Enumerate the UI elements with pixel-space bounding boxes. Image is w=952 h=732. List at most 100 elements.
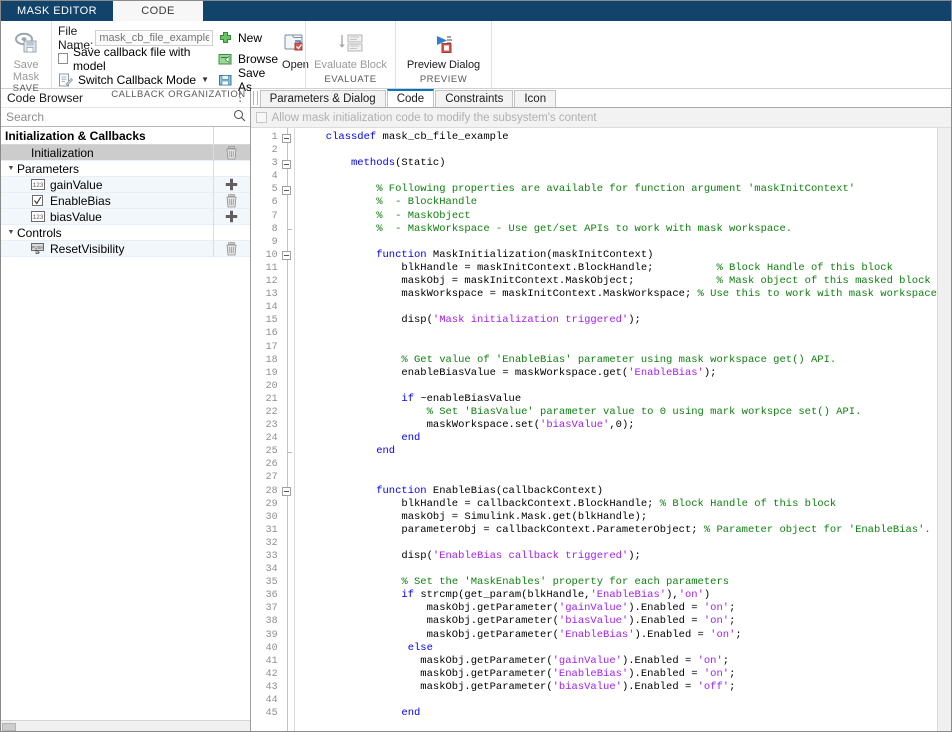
tree-scrollbar-thumb[interactable] — [2, 723, 16, 731]
new-callback-file-button[interactable]: New — [218, 29, 278, 47]
tab-mask-editor[interactable]: MASK EDITOR — [1, 1, 113, 21]
fold-cell — [281, 458, 294, 471]
line-number: 23 — [251, 419, 278, 432]
tree-row-content: Initialization — [1, 145, 213, 161]
file-name-input[interactable] — [95, 30, 213, 46]
fold-cell[interactable] — [281, 157, 294, 170]
preview-dialog-button[interactable]: Preview Dialog — [402, 26, 485, 71]
switch-callback-mode-label: Switch Callback Mode — [78, 73, 196, 87]
expand-collapse-icon[interactable]: ▼ — [5, 165, 17, 172]
fold-collapse-icon[interactable] — [282, 487, 291, 496]
ribbon-filler — [491, 21, 951, 88]
chevron-down-icon[interactable]: ▼ — [201, 75, 209, 84]
delete-icon[interactable] — [213, 193, 250, 209]
add-icon[interactable] — [213, 177, 250, 193]
fold-cell — [281, 144, 294, 157]
search-icon[interactable] — [233, 109, 246, 125]
evaluate-block-button[interactable]: Evaluate Block — [312, 26, 389, 71]
line-number: 12 — [251, 275, 278, 288]
fold-cell — [281, 589, 294, 602]
tree-row-initialization[interactable]: Initialization — [1, 145, 250, 161]
fold-cell — [281, 642, 294, 655]
line-number: 30 — [251, 511, 278, 524]
tree-row-content: 123biasValue — [1, 209, 213, 225]
tab-parameters-and-dialog[interactable]: Parameters & Dialog — [260, 90, 386, 107]
expand-collapse-icon[interactable]: ▼ — [5, 229, 17, 236]
fold-cell — [281, 563, 294, 576]
tree-row-controls[interactable]: ▼Controls — [1, 225, 250, 241]
fold-cell[interactable] — [281, 249, 294, 262]
fold-collapse-icon[interactable] — [282, 160, 291, 169]
code-browser-panel: Code Browser ⋮ Search Initialization & C… — [1, 89, 251, 732]
fold-collapse-icon[interactable] — [282, 134, 291, 143]
callbacks-tree: Initialization▼Parameters123gainValueEna… — [1, 145, 250, 720]
search-bar[interactable]: Search — [1, 108, 250, 127]
code-content[interactable]: classdef mask_cb_file_example methods(St… — [295, 128, 937, 720]
fold-cell[interactable] — [281, 131, 294, 144]
line-number: 22 — [251, 406, 278, 419]
fold-cell — [281, 524, 294, 537]
checkbox-icon — [31, 195, 45, 206]
line-number: 39 — [251, 629, 278, 642]
line-number: 3 — [251, 157, 278, 170]
fold-cell — [281, 550, 294, 563]
line-number: 13 — [251, 288, 278, 301]
fold-cell — [281, 576, 294, 589]
fold-cell[interactable] — [281, 183, 294, 196]
save-callback-with-model-row[interactable]: Save callback file with model — [58, 49, 210, 68]
tab-code-editor[interactable]: Code — [387, 89, 435, 107]
mask-editor-window: MASK EDITOR CODE Save Mask — [0, 0, 952, 732]
fold-cell — [281, 537, 294, 550]
preview-dialog-label: Preview Dialog — [407, 59, 480, 71]
numeric-field-icon: 123 — [31, 211, 45, 222]
search-input[interactable]: Search — [6, 110, 233, 124]
line-number: 32 — [251, 537, 278, 550]
save-callback-checkbox[interactable] — [58, 53, 68, 64]
line-number: 45 — [251, 707, 278, 720]
tree-horizontal-scrollbar[interactable] — [1, 720, 250, 732]
fold-cell — [281, 210, 294, 223]
fold-end-marker — [287, 229, 292, 230]
line-number: 17 — [251, 341, 278, 354]
code-fold-column[interactable] — [281, 128, 294, 732]
tabbar-grip[interactable] — [253, 91, 258, 105]
fold-collapse-icon[interactable] — [282, 186, 291, 195]
switch-callback-mode-row[interactable]: Switch Callback Mode ▼ — [58, 70, 210, 89]
evaluate-block-icon — [336, 29, 366, 57]
switch-callback-mode-icon — [58, 73, 73, 87]
tree-header-label: Initialization & Callbacks — [5, 129, 146, 143]
code-vertical-scrollbar[interactable] — [937, 128, 951, 732]
add-icon[interactable] — [213, 209, 250, 225]
fold-cell — [281, 393, 294, 406]
delete-icon[interactable] — [213, 145, 250, 161]
ribbon-group-preview: Preview Dialog PREVIEW — [395, 21, 491, 88]
line-number: 8 — [251, 223, 278, 236]
tree-row-resetvisibility[interactable]: PUSHResetVisibility — [1, 241, 250, 257]
fold-collapse-icon[interactable] — [282, 251, 291, 260]
line-number: 11 — [251, 262, 278, 275]
tab-constraints[interactable]: Constraints — [435, 90, 513, 107]
ribbon-group-evaluate-label: EVALUATE — [306, 74, 395, 88]
tree-row-parameters[interactable]: ▼Parameters — [1, 161, 250, 177]
new-label: New — [238, 31, 262, 45]
save-as-button[interactable]: Save As — [218, 71, 278, 89]
tree-row-enablebias[interactable]: EnableBias — [1, 193, 250, 209]
tree-row-gainvalue[interactable]: 123gainValue — [1, 177, 250, 193]
fold-cell[interactable] — [281, 485, 294, 498]
line-number: 43 — [251, 681, 278, 694]
line-number: 31 — [251, 524, 278, 537]
tree-row-biasvalue[interactable]: 123biasValue — [1, 209, 250, 225]
plus-icon — [218, 31, 233, 45]
code-text-area[interactable]: classdef mask_cb_file_example methods(St… — [294, 128, 937, 732]
fold-cell — [281, 707, 294, 720]
tab-code[interactable]: CODE — [113, 1, 203, 21]
line-number: 29 — [251, 498, 278, 511]
fold-cell — [281, 262, 294, 275]
tab-icon[interactable]: Icon — [514, 90, 556, 107]
save-mask-label: Save Mask — [1, 59, 51, 83]
delete-icon[interactable] — [213, 241, 250, 257]
save-mask-button[interactable]: Save Mask — [1, 26, 51, 83]
fold-cell — [281, 341, 294, 354]
fold-cell — [281, 170, 294, 183]
svg-text:123: 123 — [33, 214, 44, 221]
